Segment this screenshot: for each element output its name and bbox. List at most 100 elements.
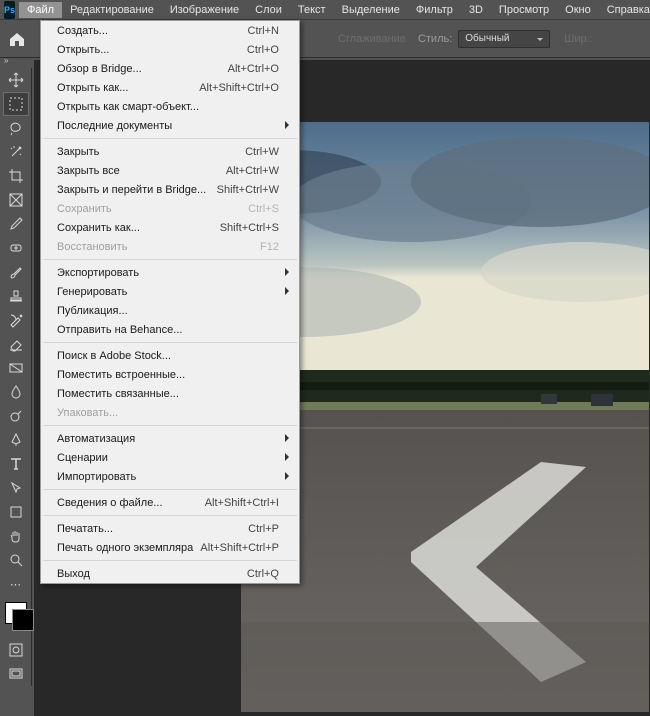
menu-редактирование[interactable]: Редактирование xyxy=(62,2,162,18)
history-brush-tool[interactable] xyxy=(3,308,29,332)
menu-item[interactable]: Закрыть всеAlt+Ctrl+W xyxy=(41,161,299,180)
pen-tool[interactable] xyxy=(3,428,29,452)
menu-item[interactable]: Создать...Ctrl+N xyxy=(41,21,299,40)
menu-item[interactable]: Публикация... xyxy=(41,301,299,320)
screen-mode-button[interactable] xyxy=(3,662,29,686)
submenu-arrow-icon xyxy=(285,453,293,461)
menu-фильтр[interactable]: Фильтр xyxy=(408,2,461,18)
menu-item[interactable]: Закрыть и перейти в Bridge...Shift+Ctrl+… xyxy=(41,180,299,199)
canvas[interactable] xyxy=(241,122,649,712)
submenu-arrow-icon xyxy=(285,268,293,276)
menu-item[interactable]: Автоматизация xyxy=(41,429,299,448)
edit-toolbar-button[interactable]: ⋯ xyxy=(3,572,29,596)
collapse-chevron-icon[interactable]: » xyxy=(4,56,7,65)
menu-item[interactable]: Поиск в Adobe Stock... xyxy=(41,346,299,365)
menu-item[interactable]: Отправить на Behance... xyxy=(41,320,299,339)
menu-item-label: Обзор в Bridge... xyxy=(57,63,142,75)
menu-item-label: Отправить на Behance... xyxy=(57,324,182,336)
menu-item-shortcut: F12 xyxy=(260,241,279,253)
menu-item-label: Закрыть xyxy=(57,146,99,158)
menu-item[interactable]: ЗакрытьCtrl+W xyxy=(41,142,299,161)
menu-item[interactable]: Открыть...Ctrl+O xyxy=(41,40,299,59)
menu-separator xyxy=(43,138,297,139)
menu-item-label: Сохранить xyxy=(57,203,112,215)
menu-item[interactable]: Генерировать xyxy=(41,282,299,301)
menu-item[interactable]: Поместить связанные... xyxy=(41,384,299,403)
menu-item-label: Сценарии xyxy=(57,452,108,464)
quick-mask-button[interactable] xyxy=(3,638,29,662)
menu-item-label: Открыть... xyxy=(57,44,109,56)
marquee-tool[interactable] xyxy=(3,92,29,116)
menu-item[interactable]: Сохранить как...Shift+Ctrl+S xyxy=(41,218,299,237)
menu-изображение[interactable]: Изображение xyxy=(162,2,247,18)
menu-item: Упаковать... xyxy=(41,403,299,422)
move-tool[interactable] xyxy=(3,68,29,92)
submenu-arrow-icon xyxy=(285,434,293,442)
option-smooth-label: Сглаживание xyxy=(338,33,406,45)
menu-текст[interactable]: Текст xyxy=(290,2,334,18)
zoom-tool[interactable] xyxy=(3,548,29,572)
menu-item[interactable]: Открыть как...Alt+Shift+Ctrl+O xyxy=(41,78,299,97)
type-tool[interactable] xyxy=(3,452,29,476)
gradient-tool[interactable] xyxy=(3,356,29,380)
eraser-tool[interactable] xyxy=(3,332,29,356)
menu-выделение[interactable]: Выделение xyxy=(334,2,408,18)
healing-brush-tool[interactable] xyxy=(3,236,29,260)
home-button[interactable] xyxy=(8,31,26,47)
menu-item-label: Восстановить xyxy=(57,241,127,253)
menu-item-label: Печатать... xyxy=(57,523,113,535)
style-dropdown[interactable]: Обычный xyxy=(458,30,550,48)
crop-tool[interactable] xyxy=(3,164,29,188)
menu-item[interactable]: Импортировать xyxy=(41,467,299,486)
menu-item-label: Автоматизация xyxy=(57,433,135,445)
menu-item-shortcut: Shift+Ctrl+W xyxy=(217,184,279,196)
menu-item-label: Упаковать... xyxy=(57,407,118,419)
path-select-tool[interactable] xyxy=(3,476,29,500)
menu-item[interactable]: Печатать... Ctrl+P xyxy=(41,519,299,538)
color-swatch[interactable] xyxy=(5,602,27,624)
dodge-tool[interactable] xyxy=(3,404,29,428)
menu-item-shortcut: Alt+Shift+Ctrl+O xyxy=(199,82,279,94)
blur-tool[interactable] xyxy=(3,380,29,404)
menu-item-shortcut: Ctrl+P xyxy=(248,523,279,535)
menu-separator xyxy=(43,515,297,516)
menu-separator xyxy=(43,560,297,561)
menu-item[interactable]: Обзор в Bridge...Alt+Ctrl+O xyxy=(41,59,299,78)
menu-просмотр[interactable]: Просмотр xyxy=(491,2,557,18)
menu-item-label: Открыть как смарт-объект... xyxy=(57,101,199,113)
menu-separator xyxy=(43,342,297,343)
menu-файл[interactable]: Файл xyxy=(19,2,62,18)
menu-item-label: Экспортировать xyxy=(57,267,139,279)
stamp-tool[interactable] xyxy=(3,284,29,308)
menu-item-label: Сохранить как... xyxy=(57,222,140,234)
menu-item-label: Последние документы xyxy=(57,120,172,132)
menu-окно[interactable]: Окно xyxy=(557,2,599,18)
menu-item-shortcut: Alt+Ctrl+W xyxy=(226,165,279,177)
menu-item[interactable]: Печать одного экземпляраAlt+Shift+Ctrl+P xyxy=(41,538,299,557)
menu-item[interactable]: Открыть как смарт-объект... xyxy=(41,97,299,116)
menu-item-shortcut: Alt+Shift+Ctrl+I xyxy=(205,497,279,509)
menu-item[interactable]: Экспортировать xyxy=(41,263,299,282)
eyedropper-tool[interactable] xyxy=(3,212,29,236)
magic-wand-tool[interactable] xyxy=(3,140,29,164)
file-menu-dropdown: Создать...Ctrl+NОткрыть...Ctrl+OОбзор в … xyxy=(40,20,300,584)
menu-item[interactable]: Сценарии xyxy=(41,448,299,467)
menu-справка[interactable]: Справка xyxy=(599,2,650,18)
menu-item[interactable]: Сведения о файле...Alt+Shift+Ctrl+I xyxy=(41,493,299,512)
menu-слои[interactable]: Слои xyxy=(247,2,290,18)
menu-item[interactable]: Поместить встроенные... xyxy=(41,365,299,384)
tools-panel: ⋯ xyxy=(0,68,32,686)
lasso-tool[interactable] xyxy=(3,116,29,140)
menu-item-label: Генерировать xyxy=(57,286,127,298)
app-logo: Ps xyxy=(4,1,15,19)
menu-3d[interactable]: 3D xyxy=(461,2,491,18)
option-width-label: Шир.: xyxy=(564,33,592,45)
brush-tool[interactable] xyxy=(3,260,29,284)
hand-tool[interactable] xyxy=(3,524,29,548)
menu-item-label: Поместить встроенные... xyxy=(57,369,185,381)
shape-tool[interactable] xyxy=(3,500,29,524)
menu-item[interactable]: Последние документы xyxy=(41,116,299,135)
menu-item[interactable]: ВыходCtrl+Q xyxy=(41,564,299,583)
submenu-arrow-icon xyxy=(285,121,293,129)
frame-tool[interactable] xyxy=(3,188,29,212)
